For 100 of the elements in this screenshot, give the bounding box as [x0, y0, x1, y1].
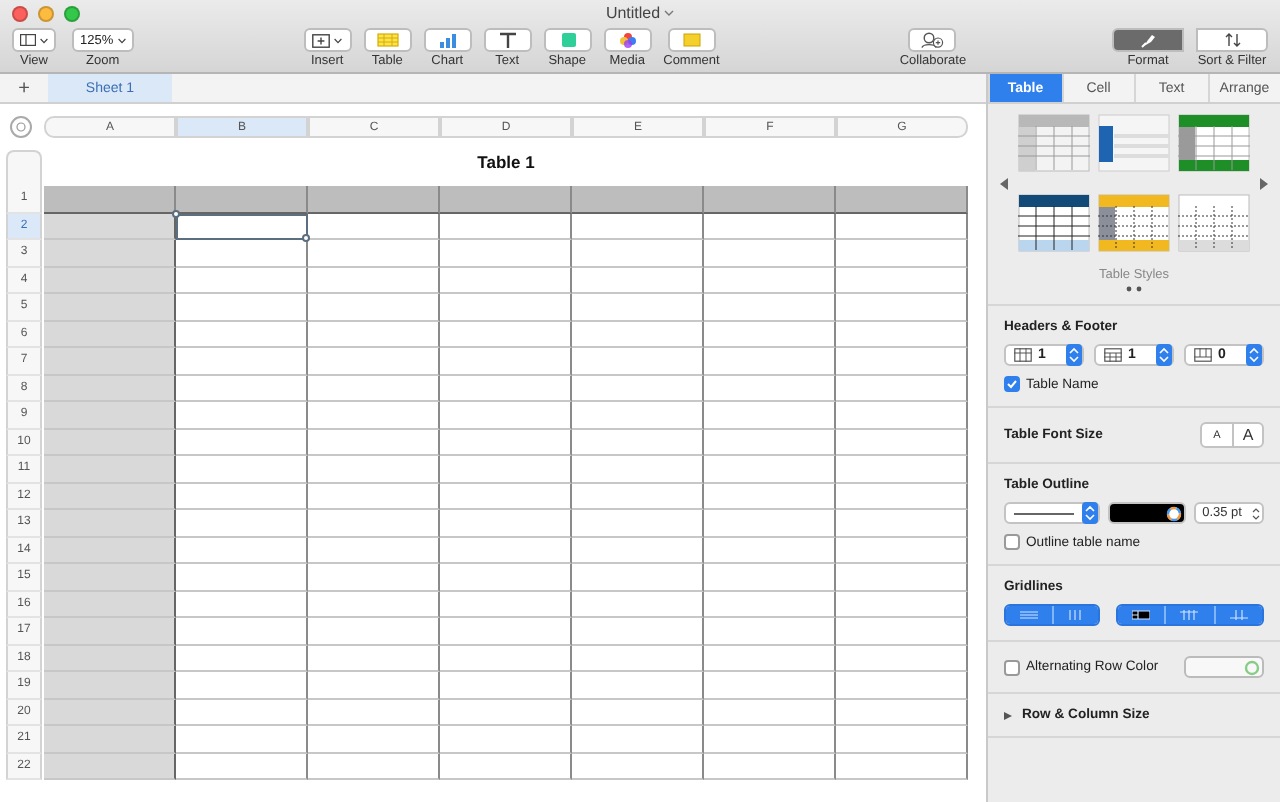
table-cell[interactable] [704, 348, 836, 375]
table-cell[interactable] [308, 591, 440, 618]
collaborate-button[interactable] [908, 28, 957, 52]
table-cell[interactable] [704, 294, 836, 321]
format-button[interactable] [1112, 28, 1184, 52]
table-cell[interactable] [836, 375, 968, 402]
table-cell[interactable] [44, 483, 176, 510]
table-cell[interactable] [176, 294, 308, 321]
table-cell[interactable] [308, 213, 440, 240]
table-style-thumbnail[interactable] [1018, 114, 1090, 172]
table-cell[interactable] [176, 726, 308, 753]
table-cell[interactable] [176, 564, 308, 591]
table-cell[interactable] [440, 537, 572, 564]
checkbox[interactable] [1004, 376, 1020, 392]
header-cell[interactable] [176, 186, 308, 213]
table-cell[interactable] [44, 510, 176, 537]
table-cell[interactable] [440, 672, 572, 699]
stepper-arrows-icon[interactable] [1246, 344, 1262, 366]
header-cell[interactable] [836, 186, 968, 213]
previous-arrow-icon[interactable] [1000, 177, 1008, 189]
table-cell[interactable] [440, 510, 572, 537]
table-cell[interactable] [572, 510, 704, 537]
table-cell[interactable] [704, 267, 836, 294]
table-cell[interactable] [704, 591, 836, 618]
table-cell[interactable] [704, 375, 836, 402]
table-cell[interactable] [572, 591, 704, 618]
table-cell[interactable] [176, 456, 308, 483]
table-cell[interactable] [44, 753, 176, 780]
table-cell[interactable] [836, 429, 968, 456]
header-cell[interactable] [572, 186, 704, 213]
table-cell[interactable] [704, 240, 836, 267]
table-cell[interactable] [308, 753, 440, 780]
table-cell[interactable] [44, 240, 176, 267]
zoom-window-button[interactable] [64, 5, 80, 21]
add-sheet-button[interactable]: + [0, 74, 48, 102]
table-cell[interactable] [836, 591, 968, 618]
table-cell[interactable] [308, 618, 440, 645]
insert-button[interactable] [303, 28, 352, 52]
gridline-toggle[interactable] [1164, 606, 1214, 624]
table-cell[interactable] [308, 672, 440, 699]
table-cell[interactable] [572, 267, 704, 294]
header-cell[interactable] [308, 186, 440, 213]
increase-font-button[interactable]: A [1232, 424, 1262, 446]
table-cell[interactable] [836, 726, 968, 753]
table-cell[interactable] [308, 456, 440, 483]
table-cell[interactable] [176, 483, 308, 510]
table-cell[interactable] [440, 591, 572, 618]
color-well[interactable] [1184, 656, 1264, 678]
table-cell[interactable] [704, 672, 836, 699]
table-cell[interactable] [176, 645, 308, 672]
table-cell[interactable] [704, 402, 836, 429]
table-cell[interactable] [440, 456, 572, 483]
table-cell[interactable] [836, 240, 968, 267]
table-cell[interactable] [572, 726, 704, 753]
toolbar-button[interactable] [483, 28, 532, 52]
table-cell[interactable] [308, 726, 440, 753]
table-cell[interactable] [836, 618, 968, 645]
table-cell[interactable] [704, 456, 836, 483]
table-cell[interactable] [176, 213, 308, 240]
table-cell[interactable] [44, 699, 176, 726]
table-cell[interactable] [440, 429, 572, 456]
table-style-thumbnail[interactable] [1178, 194, 1250, 252]
gridline-toggle[interactable] [1006, 606, 1051, 624]
table-cell[interactable] [704, 753, 836, 780]
table-cell[interactable] [44, 537, 176, 564]
table-cell[interactable] [572, 699, 704, 726]
table-cell[interactable] [176, 375, 308, 402]
table-cell[interactable] [704, 726, 836, 753]
table-cell[interactable] [836, 564, 968, 591]
table-cell[interactable] [836, 699, 968, 726]
table-cell[interactable] [44, 618, 176, 645]
sort-filter-button[interactable] [1196, 28, 1268, 52]
table-cell[interactable] [572, 753, 704, 780]
table-cell[interactable] [572, 618, 704, 645]
minimize-button[interactable] [38, 5, 54, 21]
table-cell[interactable] [308, 402, 440, 429]
table-cell[interactable] [572, 645, 704, 672]
table-cell[interactable] [44, 645, 176, 672]
table-cell[interactable] [176, 591, 308, 618]
table-cell[interactable] [44, 213, 176, 240]
line-style-select[interactable] [1004, 502, 1101, 524]
table-cell[interactable] [572, 483, 704, 510]
table-cell[interactable] [704, 645, 836, 672]
table-cell[interactable] [308, 375, 440, 402]
view-button[interactable] [12, 28, 56, 52]
next-arrow-icon[interactable] [1260, 177, 1268, 189]
table-cell[interactable] [572, 672, 704, 699]
table-cell[interactable] [704, 564, 836, 591]
table-cell[interactable] [44, 348, 176, 375]
table-style-thumbnail[interactable] [1098, 194, 1170, 252]
table-cell[interactable] [440, 294, 572, 321]
table-cell[interactable] [440, 564, 572, 591]
table-cell[interactable] [44, 267, 176, 294]
table-cell[interactable] [176, 240, 308, 267]
table-cell[interactable] [44, 456, 176, 483]
table-cell[interactable] [836, 267, 968, 294]
table-cell[interactable] [704, 429, 836, 456]
table-style-thumbnail[interactable] [1018, 194, 1090, 252]
table-cell[interactable] [44, 726, 176, 753]
table-style-thumbnail[interactable] [1178, 114, 1250, 172]
